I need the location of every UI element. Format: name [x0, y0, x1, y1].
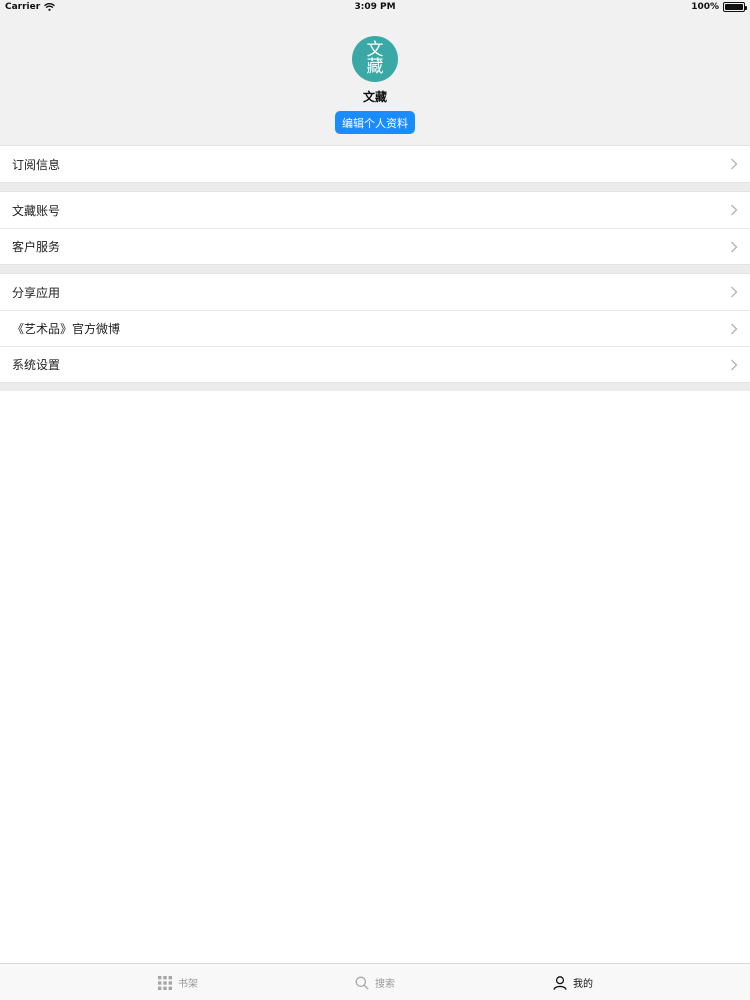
profile-header: 文 藏 文藏 编辑个人资料 — [0, 16, 750, 145]
chevron-right-icon — [731, 286, 738, 298]
tab-label: 书架 — [178, 979, 198, 990]
section-separator — [0, 265, 750, 273]
menu-item-share-app[interactable]: 分享应用 — [0, 274, 750, 310]
user-icon — [553, 975, 567, 990]
chevron-right-icon — [731, 359, 738, 371]
tab-search[interactable]: 搜索 — [355, 964, 395, 1000]
menu-item-label: 《艺术品》官方微博 — [12, 322, 121, 336]
tab-bookshelf[interactable]: 书架 — [158, 964, 198, 1000]
settings-menu: 订阅信息 文藏账号 客户服务 分享应用 《艺术品》官方微博 系统设置 — [0, 145, 750, 391]
status-battery-group: 100% — [691, 2, 747, 12]
menu-item-subscription-info[interactable]: 订阅信息 — [0, 146, 750, 182]
menu-item-account[interactable]: 文藏账号 — [0, 192, 750, 228]
battery-percent: 100% — [691, 2, 719, 12]
avatar[interactable]: 文 藏 — [352, 36, 398, 82]
tab-label: 我的 — [573, 979, 593, 990]
edit-profile-button[interactable]: 编辑个人资料 — [335, 111, 415, 134]
tab-label: 搜索 — [375, 979, 395, 990]
profile-name: 文藏 — [362, 90, 387, 104]
menu-item-label: 分享应用 — [12, 285, 61, 300]
battery-level — [725, 4, 743, 10]
grid-icon — [158, 975, 172, 990]
tab-bar: 书架 搜索 我的 — [0, 963, 750, 1000]
menu-group-subscription: 订阅信息 — [0, 145, 750, 183]
profile-page: Carrier 3:09 PM 100% 文 藏 文藏 编辑个人资料 订阅信息 — [0, 0, 750, 1000]
search-icon — [355, 976, 369, 990]
status-time: 3:09 PM — [354, 2, 396, 12]
status-bar: Carrier 3:09 PM 100% — [0, 0, 750, 16]
chevron-right-icon — [731, 241, 738, 253]
menu-item-system-settings[interactable]: 系统设置 — [0, 346, 750, 382]
battery-icon — [723, 2, 747, 12]
avatar-text-bottom: 藏 — [366, 57, 384, 77]
chevron-right-icon — [731, 323, 738, 335]
menu-item-label: 订阅信息 — [12, 157, 61, 172]
menu-item-official-weibo[interactable]: 《艺术品》官方微博 — [0, 310, 750, 346]
menu-item-customer-service[interactable]: 客户服务 — [0, 228, 750, 264]
menu-group-misc: 分享应用 《艺术品》官方微博 系统设置 — [0, 273, 750, 383]
menu-item-label: 客户服务 — [12, 240, 61, 254]
section-separator — [0, 183, 750, 191]
chevron-right-icon — [731, 158, 738, 170]
tab-mine[interactable]: 我的 — [553, 964, 593, 1000]
menu-item-label: 系统设置 — [12, 358, 61, 372]
menu-group-account: 文藏账号 客户服务 — [0, 191, 750, 265]
chevron-right-icon — [731, 204, 738, 216]
menu-item-label: 文藏账号 — [12, 203, 61, 218]
section-separator — [0, 383, 750, 391]
